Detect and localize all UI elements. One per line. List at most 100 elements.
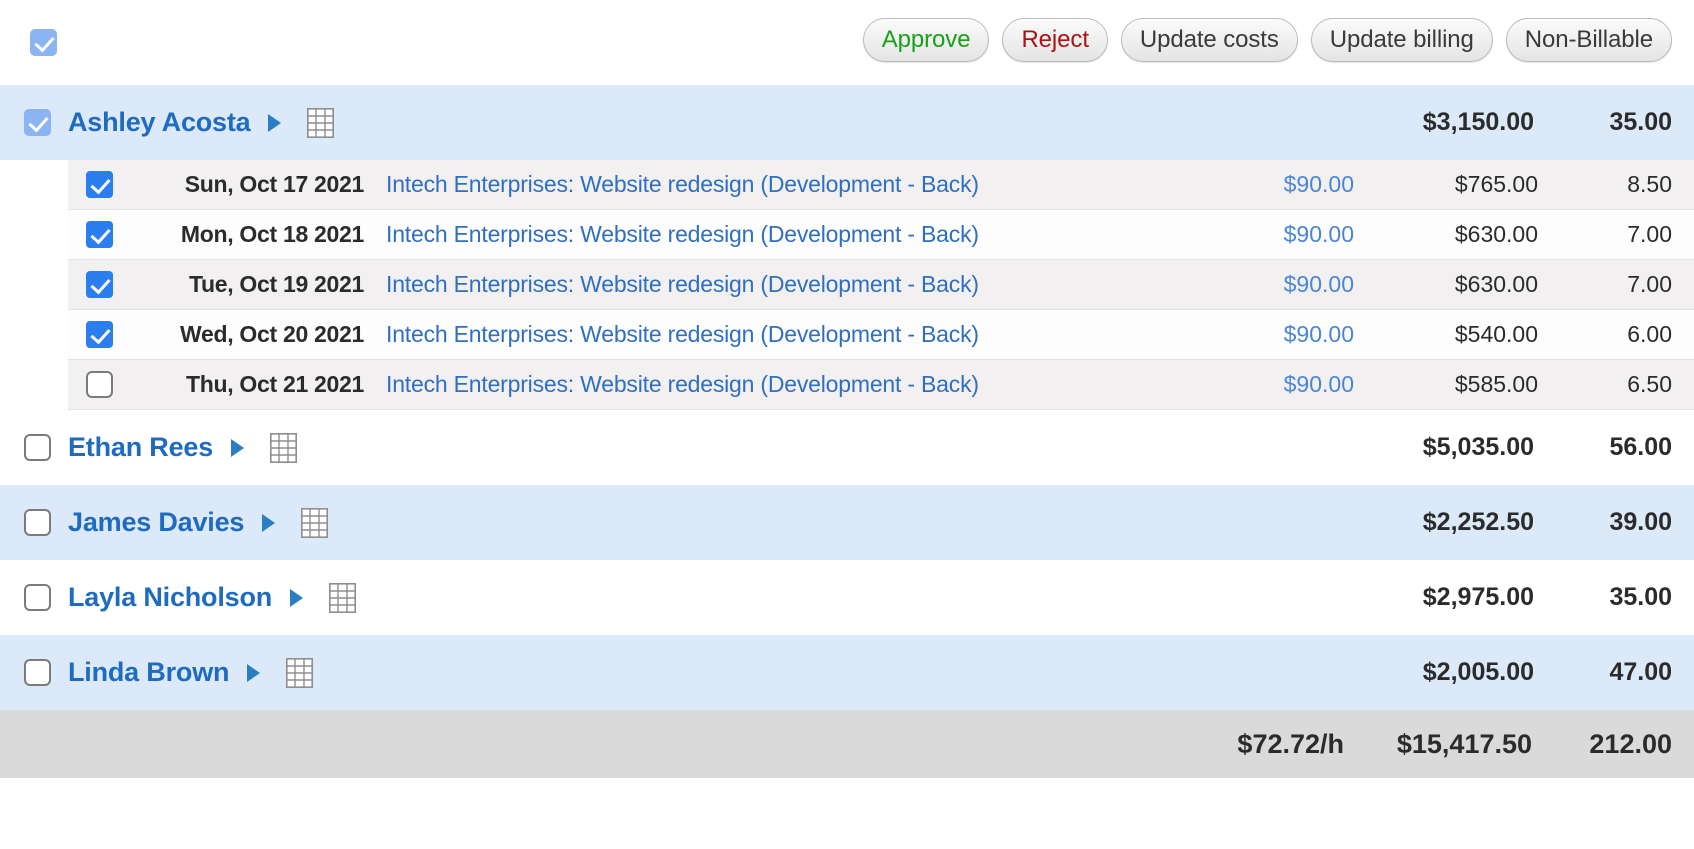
grid-icon[interactable] xyxy=(329,582,357,613)
employee-select-checkbox[interactable] xyxy=(23,584,51,611)
employee-name-link[interactable]: Layla Nicholson xyxy=(68,582,272,613)
time-entry-amount: $765.00 xyxy=(1454,171,1538,197)
employee-total-amount: $2,252.50 xyxy=(1422,508,1534,536)
employee-total-amount: $3,150.00 xyxy=(1422,108,1534,136)
employee-group-row[interactable]: James Davies $2,252.50 39.00 xyxy=(0,485,1694,560)
time-entry-rate[interactable]: $90.00 xyxy=(1196,221,1376,248)
time-entry-gutter xyxy=(0,360,68,410)
time-entry-hours: 6.50 xyxy=(1627,371,1672,397)
employee-checkbox-cell xyxy=(0,434,68,461)
time-entry-task-link[interactable]: Intech Enterprises: Website redesign (De… xyxy=(382,171,1196,198)
employee-checkbox-cell xyxy=(0,584,68,611)
time-entry-row[interactable]: Tue, Oct 19 2021 Intech Enterprises: Webs… xyxy=(0,260,1694,310)
time-entry-checkbox-cell xyxy=(68,221,130,248)
grand-total-hours: 212.00 xyxy=(1589,728,1672,759)
grid-icon[interactable] xyxy=(301,507,329,538)
time-entry-task-link[interactable]: Intech Enterprises: Website redesign (De… xyxy=(382,321,1196,348)
time-entry-date: Sun, Oct 17 2021 xyxy=(184,171,365,197)
time-entry-hours: 8.50 xyxy=(1627,171,1672,197)
employee-name-link[interactable]: Ethan Rees xyxy=(68,432,213,463)
grid-icon[interactable] xyxy=(286,657,314,688)
triangle-right-icon[interactable] xyxy=(290,588,304,607)
timesheet-approval-screen: Approve Reject Update costs Update billing N… xyxy=(0,0,1694,849)
employee-select-checkbox[interactable] xyxy=(23,659,51,686)
employee-checkbox-cell xyxy=(0,109,68,136)
time-entry-gutter xyxy=(0,310,68,360)
employee-total-hours: 56.00 xyxy=(1609,433,1672,461)
time-entry-hours: 7.00 xyxy=(1627,271,1672,297)
time-entry-date: Mon, Oct 18 2021 xyxy=(180,221,364,247)
employee-name-link[interactable]: James Davies xyxy=(68,507,244,538)
employee-total-hours: 47.00 xyxy=(1609,658,1672,686)
time-entry-date: Wed, Oct 20 2021 xyxy=(180,321,364,347)
time-entry-select-checkbox[interactable] xyxy=(86,321,113,348)
employee-group-row[interactable]: Ethan Rees $5,035.00 56.00 xyxy=(0,410,1694,485)
time-entry-task-link[interactable]: Intech Enterprises: Website redesign (De… xyxy=(382,271,1196,298)
time-entry-amount: $585.00 xyxy=(1454,371,1538,397)
time-entry-body: Wed, Oct 20 2021 Intech Enterprises: Webs… xyxy=(68,310,1694,360)
timesheet-table: Ashley Acosta $3,150.00 35.00 Sun, Oct 17 2… xyxy=(0,85,1694,710)
time-entry-select-checkbox[interactable] xyxy=(86,371,113,398)
time-entry-body: Tue, Oct 19 2021 Intech Enterprises: Webs… xyxy=(68,260,1694,310)
time-entry-checkbox-cell xyxy=(68,171,130,198)
update-costs-button[interactable]: Update costs xyxy=(1120,17,1298,62)
employee-group-row[interactable]: Ashley Acosta $3,150.00 35.00 xyxy=(0,85,1694,160)
time-entry-gutter xyxy=(0,260,68,310)
employee-name-link[interactable]: Ashley Acosta xyxy=(68,107,251,138)
employee-total-amount: $2,005.00 xyxy=(1422,658,1534,686)
employee-total-hours: 39.00 xyxy=(1609,508,1672,536)
triangle-right-icon[interactable] xyxy=(231,438,245,457)
grid-icon[interactable] xyxy=(307,107,335,138)
time-entry-row[interactable]: Mon, Oct 18 2021 Intech Enterprises: Webs… xyxy=(0,210,1694,260)
triangle-right-icon[interactable] xyxy=(268,113,282,132)
triangle-right-icon[interactable] xyxy=(247,663,261,682)
time-entry-task-link[interactable]: Intech Enterprises: Website redesign (De… xyxy=(382,221,1196,248)
approve-button[interactable]: Approve xyxy=(862,17,990,62)
time-entry-select-checkbox[interactable] xyxy=(86,171,113,198)
time-entry-gutter xyxy=(0,210,68,260)
employee-name-link[interactable]: Linda Brown xyxy=(68,657,229,688)
time-entry-rate[interactable]: $90.00 xyxy=(1196,271,1376,298)
employee-select-checkbox[interactable] xyxy=(23,434,51,461)
employee-group-row[interactable]: Linda Brown $2,005.00 47.00 xyxy=(0,635,1694,710)
reject-button[interactable]: Reject xyxy=(1002,17,1108,62)
time-entry-checkbox-cell xyxy=(68,321,130,348)
time-entry-body: Thu, Oct 21 2021 Intech Enterprises: Webs… xyxy=(68,360,1694,410)
time-entry-rate[interactable]: $90.00 xyxy=(1196,371,1376,398)
time-entry-gutter xyxy=(0,160,68,210)
time-entry-task-link[interactable]: Intech Enterprises: Website redesign (De… xyxy=(382,371,1196,398)
time-entry-select-checkbox[interactable] xyxy=(86,271,113,298)
non-billable-button[interactable]: Non-Billable xyxy=(1505,17,1672,62)
employee-name-cell: Ethan Rees xyxy=(68,432,298,463)
time-entry-checkbox-cell xyxy=(68,271,130,298)
toolbar-actions: Approve Reject Update costs Update billing N… xyxy=(862,17,1672,68)
grand-total-amount: $15,417.50 xyxy=(1396,728,1532,759)
employee-select-checkbox[interactable] xyxy=(23,509,51,536)
triangle-right-icon[interactable] xyxy=(262,513,276,532)
time-entry-rate[interactable]: $90.00 xyxy=(1196,321,1376,348)
select-all-checkbox[interactable] xyxy=(30,29,57,56)
employee-checkbox-cell xyxy=(0,659,68,686)
grid-icon[interactable] xyxy=(270,432,298,463)
time-entry-amount: $540.00 xyxy=(1454,321,1538,347)
time-entry-row[interactable]: Thu, Oct 21 2021 Intech Enterprises: Webs… xyxy=(0,360,1694,410)
employee-checkbox-cell xyxy=(0,509,68,536)
employee-name-cell: Layla Nicholson xyxy=(68,582,357,613)
time-entry-row[interactable]: Wed, Oct 20 2021 Intech Enterprises: Webs… xyxy=(0,310,1694,360)
time-entry-date: Thu, Oct 21 2021 xyxy=(186,371,364,397)
time-entry-select-checkbox[interactable] xyxy=(86,221,113,248)
time-entry-body: Mon, Oct 18 2021 Intech Enterprises: Webs… xyxy=(68,210,1694,260)
employee-select-checkbox[interactable] xyxy=(23,109,51,136)
time-entry-rate[interactable]: $90.00 xyxy=(1196,171,1376,198)
time-entry-date: Tue, Oct 19 2021 xyxy=(188,271,364,297)
employee-total-hours: 35.00 xyxy=(1609,108,1672,136)
time-entry-body: Sun, Oct 17 2021 Intech Enterprises: Webs… xyxy=(68,160,1694,210)
grand-total-rate: $72.72/h xyxy=(1237,728,1344,759)
employee-group-row[interactable]: Layla Nicholson $2,975.00 35.00 xyxy=(0,560,1694,635)
time-entry-row[interactable]: Sun, Oct 17 2021 Intech Enterprises: Webs… xyxy=(0,160,1694,210)
employee-name-cell: James Davies xyxy=(68,507,329,538)
toolbar: Approve Reject Update costs Update billing N… xyxy=(0,0,1694,85)
employee-name-cell: Ashley Acosta xyxy=(68,107,335,138)
time-entry-checkbox-cell xyxy=(68,371,130,398)
update-billing-button[interactable]: Update billing xyxy=(1310,17,1493,62)
